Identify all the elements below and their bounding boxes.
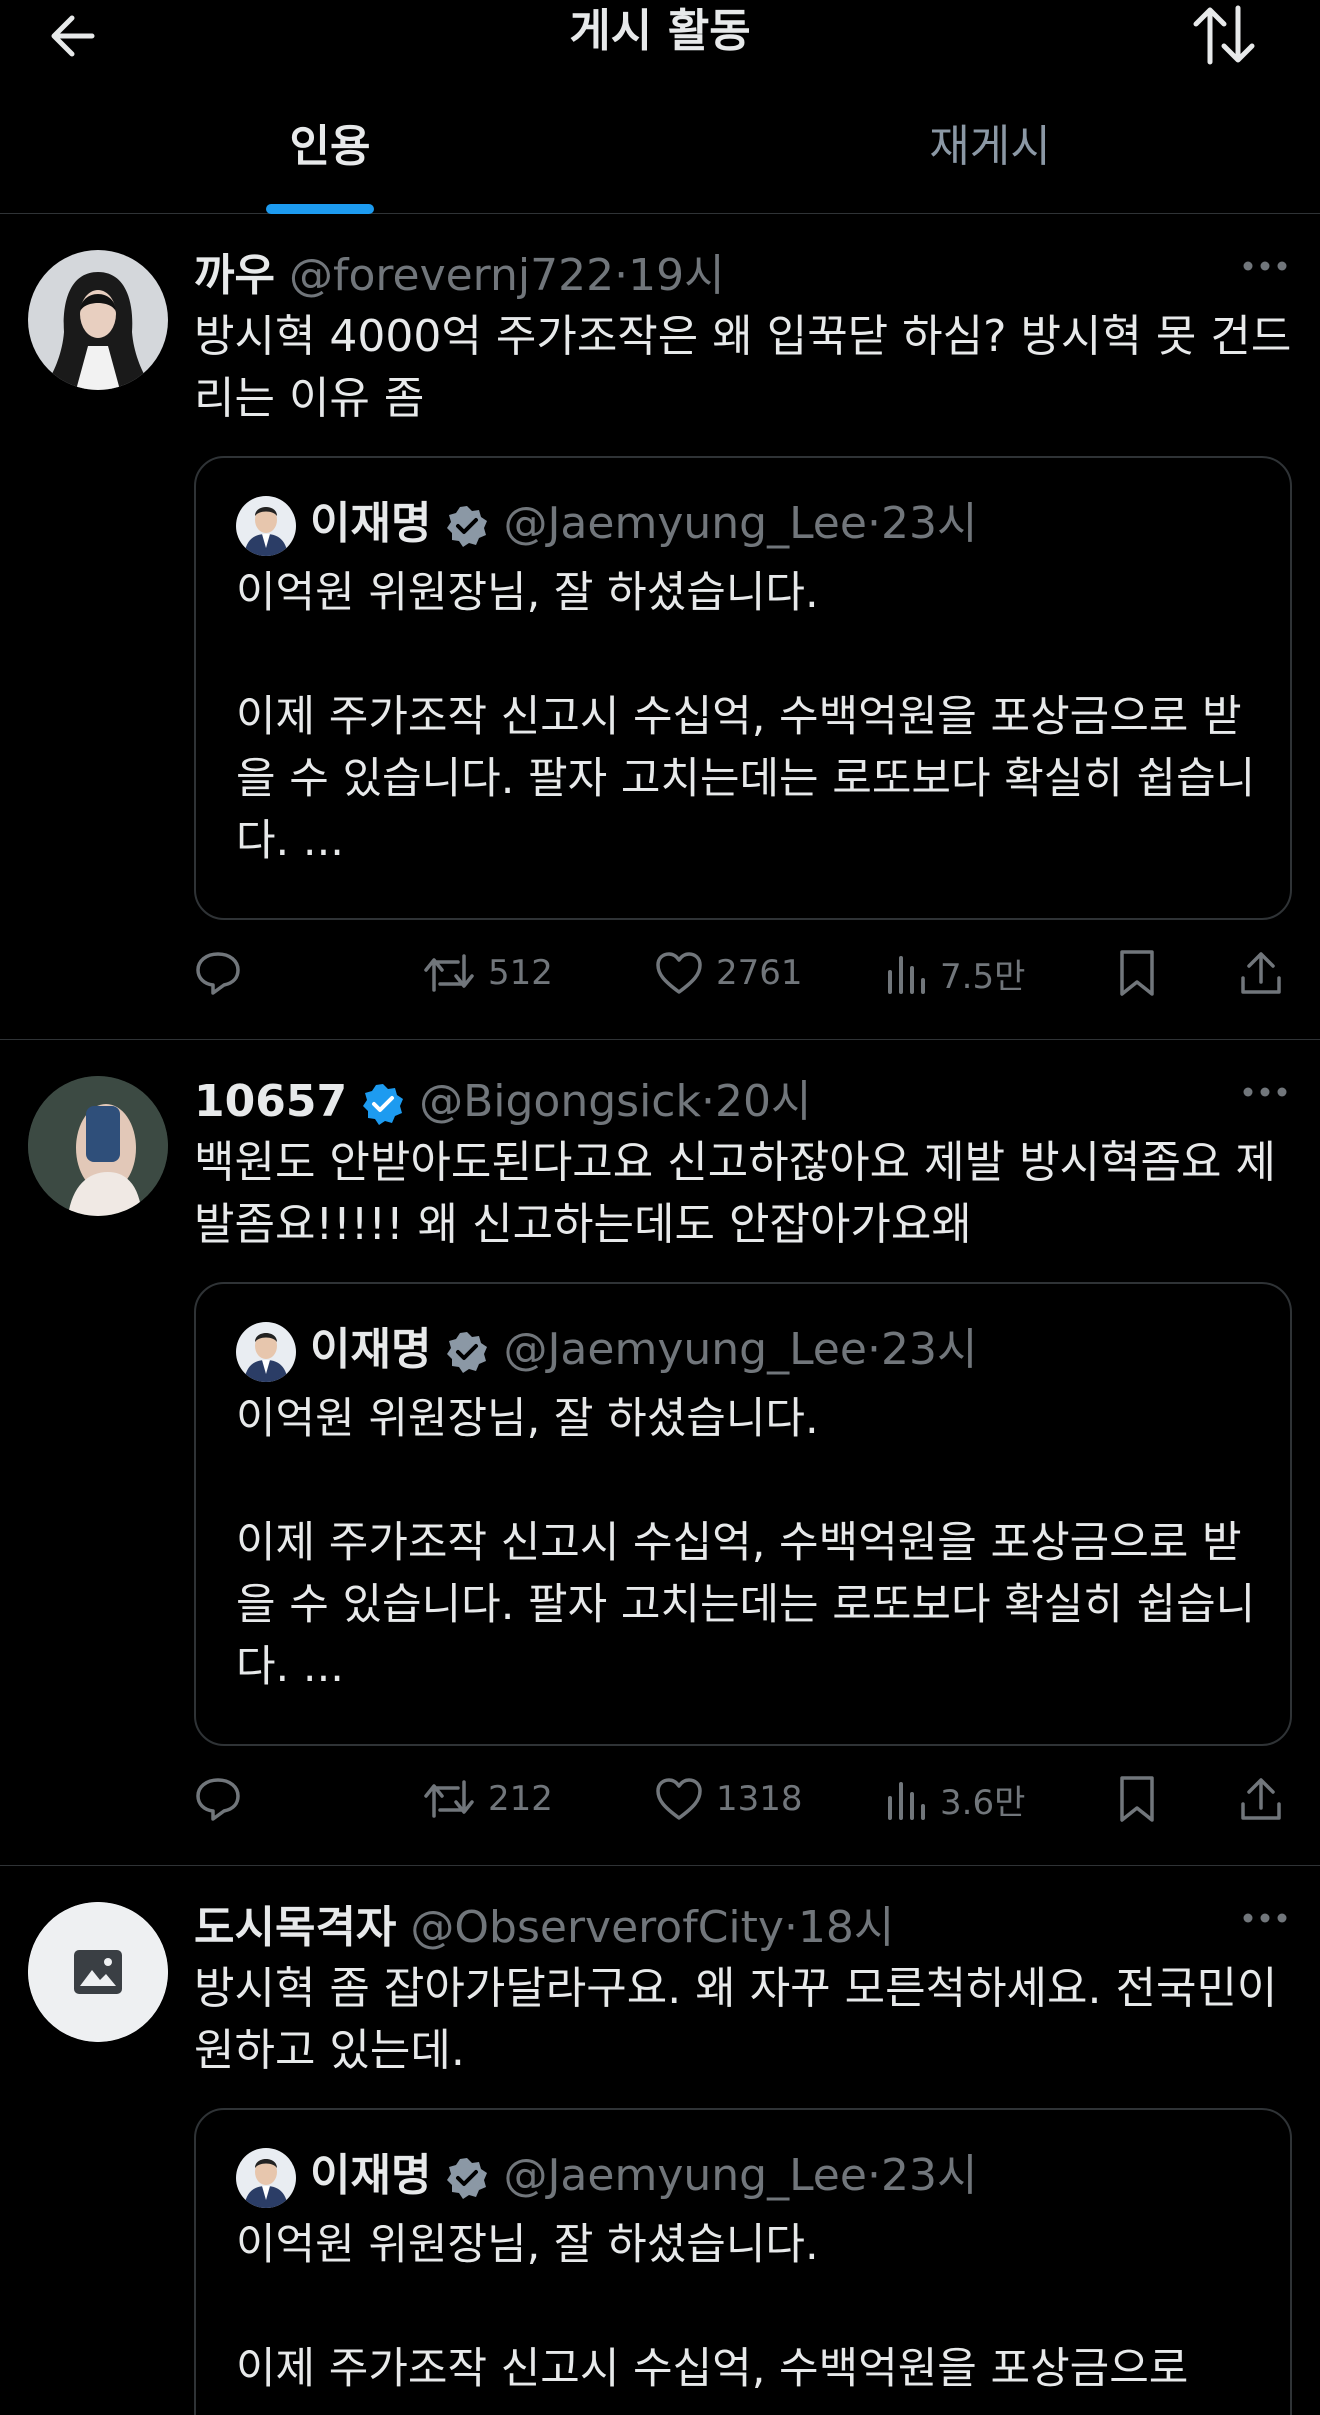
post-header: 10657 @Bigongsick·20시 xyxy=(194,1072,811,1132)
verified-badge-icon xyxy=(447,1332,488,1373)
user-handle[interactable]: @Bigongsick xyxy=(419,1076,701,1127)
quoted-post[interactable]: 이재명 @Jaemyung_Lee·23시 이억원 위원장님, 잘 하셨습니다.… xyxy=(194,1282,1292,1746)
more-dots-icon[interactable] xyxy=(1240,1082,1290,1102)
like-count: 2761 xyxy=(716,953,803,993)
views-button[interactable]: 3.6만 xyxy=(884,1764,1025,1834)
reply-button[interactable] xyxy=(194,1764,242,1834)
action-bar: 512 2761 7.5만 xyxy=(194,938,1300,1008)
more-dots-icon[interactable] xyxy=(1240,1908,1290,1928)
post[interactable]: 도시목격자 @ObserverofCity·18시 방시혁 좀 잡아가달라구요.… xyxy=(0,1866,1320,2415)
quoted-post-header: 이재명 @Jaemyung_Lee·23시 xyxy=(310,1320,977,1380)
repost-icon xyxy=(424,954,474,992)
display-name[interactable]: 10657 xyxy=(194,1076,347,1127)
views-bar-chart-icon xyxy=(888,956,925,994)
post-header: 도시목격자 @ObserverofCity·18시 xyxy=(194,1898,894,1958)
display-name: 이재명 xyxy=(310,498,432,549)
heart-icon xyxy=(656,952,702,994)
active-tab-indicator xyxy=(266,204,374,214)
share-button[interactable] xyxy=(1238,938,1284,1008)
user-handle[interactable]: @ObserverofCity xyxy=(410,1902,784,1953)
post-text: 방시혁 4000억 주가조작은 왜 입꾹닫 하심? 방시혁 못 건드리는 이유 … xyxy=(194,311,1292,424)
user-handle: @Jaemyung_Lee xyxy=(503,498,867,549)
tab-quotes[interactable]: 인용 xyxy=(0,112,660,182)
post[interactable]: 까우 @forevernj722·19시 방시혁 4000억 주가조작은 왜 입… xyxy=(0,214,1320,1040)
repost-icon xyxy=(424,1780,474,1818)
separator: · xyxy=(700,1076,715,1127)
separator: · xyxy=(866,1324,881,1375)
view-count: 7.5만 xyxy=(940,956,1026,997)
display-name[interactable]: 도시목격자 xyxy=(194,1902,396,1953)
separator: · xyxy=(783,1902,798,1953)
avatar[interactable] xyxy=(28,250,168,390)
avatar xyxy=(236,2148,296,2208)
separator: · xyxy=(866,2150,881,2201)
bookmark-icon xyxy=(1120,950,1154,996)
avatar[interactable] xyxy=(28,1902,168,2042)
user-handle: @Jaemyung_Lee xyxy=(503,1324,867,1375)
repost-button[interactable]: 212 xyxy=(422,1764,553,1834)
verified-badge-icon xyxy=(447,2158,488,2199)
page-title: 게시 활동 xyxy=(569,4,751,57)
user-handle: @Jaemyung_Lee xyxy=(503,2150,867,2201)
post-time[interactable]: 19시 xyxy=(628,250,724,301)
like-button[interactable]: 1318 xyxy=(654,1764,803,1834)
quoted-post-header: 이재명 @Jaemyung_Lee·23시 xyxy=(310,494,977,554)
post[interactable]: 10657 @Bigongsick·20시 백원도 안받아도된다고요 신고하잖아… xyxy=(0,1040,1320,1866)
heart-icon xyxy=(656,1778,702,1820)
separator: · xyxy=(866,498,881,549)
user-handle[interactable]: @forevernj722 xyxy=(289,250,614,301)
display-name: 이재명 xyxy=(310,2150,432,2201)
bookmark-button[interactable] xyxy=(1116,1764,1158,1834)
repost-button[interactable]: 512 xyxy=(422,938,553,1008)
post-header: 까우 @forevernj722·19시 xyxy=(194,246,725,306)
post-time: 23시 xyxy=(880,1324,978,1375)
tab-reposts[interactable]: 재게시 xyxy=(660,112,1320,182)
avatar[interactable] xyxy=(28,1076,168,1216)
like-count: 1318 xyxy=(716,1779,803,1819)
repost-count: 512 xyxy=(488,953,553,993)
bookmark-button[interactable] xyxy=(1116,938,1158,1008)
post-time[interactable]: 20시 xyxy=(715,1076,811,1127)
views-bar-chart-icon xyxy=(888,1782,925,1820)
display-name: 이재명 xyxy=(310,1324,432,1375)
view-count: 3.6만 xyxy=(940,1782,1026,1823)
share-button[interactable] xyxy=(1238,1764,1284,1834)
action-bar: 212 1318 3.6만 xyxy=(194,1764,1300,1834)
verified-badge-icon xyxy=(447,506,488,547)
reply-icon xyxy=(196,1778,240,1821)
reply-button[interactable] xyxy=(194,938,242,1008)
sort-arrows-icon[interactable] xyxy=(1188,2,1260,68)
quoted-post-text: 이억원 위원장님, 잘 하셨습니다. 이제 주가조작 신고시 수십억, 수백억원… xyxy=(236,568,1256,866)
share-icon xyxy=(1241,1778,1281,1820)
quoted-post-text: 이억원 위원장님, 잘 하셨습니다. 이제 주가조작 신고시 수십억, 수백억원… xyxy=(236,1394,1256,1692)
post-time[interactable]: 18시 xyxy=(798,1902,894,1953)
verified-badge-icon xyxy=(363,1084,404,1125)
avatar xyxy=(236,1322,296,1382)
bookmark-icon xyxy=(1120,1776,1154,1822)
post-time: 23시 xyxy=(880,498,978,549)
display-name[interactable]: 까우 xyxy=(194,250,275,301)
quoted-post-text: 이억원 위원장님, 잘 하셨습니다. 이제 주가조작 신고시 수십억, 수백억원… xyxy=(236,2220,1189,2394)
separator: · xyxy=(614,250,629,301)
like-button[interactable]: 2761 xyxy=(654,938,803,1008)
share-icon xyxy=(1241,952,1281,994)
more-dots-icon[interactable] xyxy=(1240,256,1290,276)
reply-icon xyxy=(196,952,240,995)
quoted-post[interactable]: 이재명 @Jaemyung_Lee·23시 이억원 위원장님, 잘 하셨습니다.… xyxy=(194,2108,1292,2415)
top-bar: 게시 활동 인용 재게시 xyxy=(0,0,1320,214)
post-time: 23시 xyxy=(880,2150,978,2201)
post-text: 백원도 안받아도된다고요 신고하잖아요 제발 방시혁좀요 제발좀요!!!!! 왜… xyxy=(194,1137,1276,1250)
quoted-post[interactable]: 이재명 @Jaemyung_Lee·23시 이억원 위원장님, 잘 하셨습니다.… xyxy=(194,456,1292,920)
repost-count: 212 xyxy=(488,1779,553,1819)
quoted-post-header: 이재명 @Jaemyung_Lee·23시 xyxy=(310,2146,977,2206)
post-text: 방시혁 좀 잡아가달라구요. 왜 자꾸 모른척하세요. 전국민이 원하고 있는데… xyxy=(194,1963,1278,2076)
avatar xyxy=(236,496,296,556)
views-button[interactable]: 7.5만 xyxy=(884,938,1025,1008)
